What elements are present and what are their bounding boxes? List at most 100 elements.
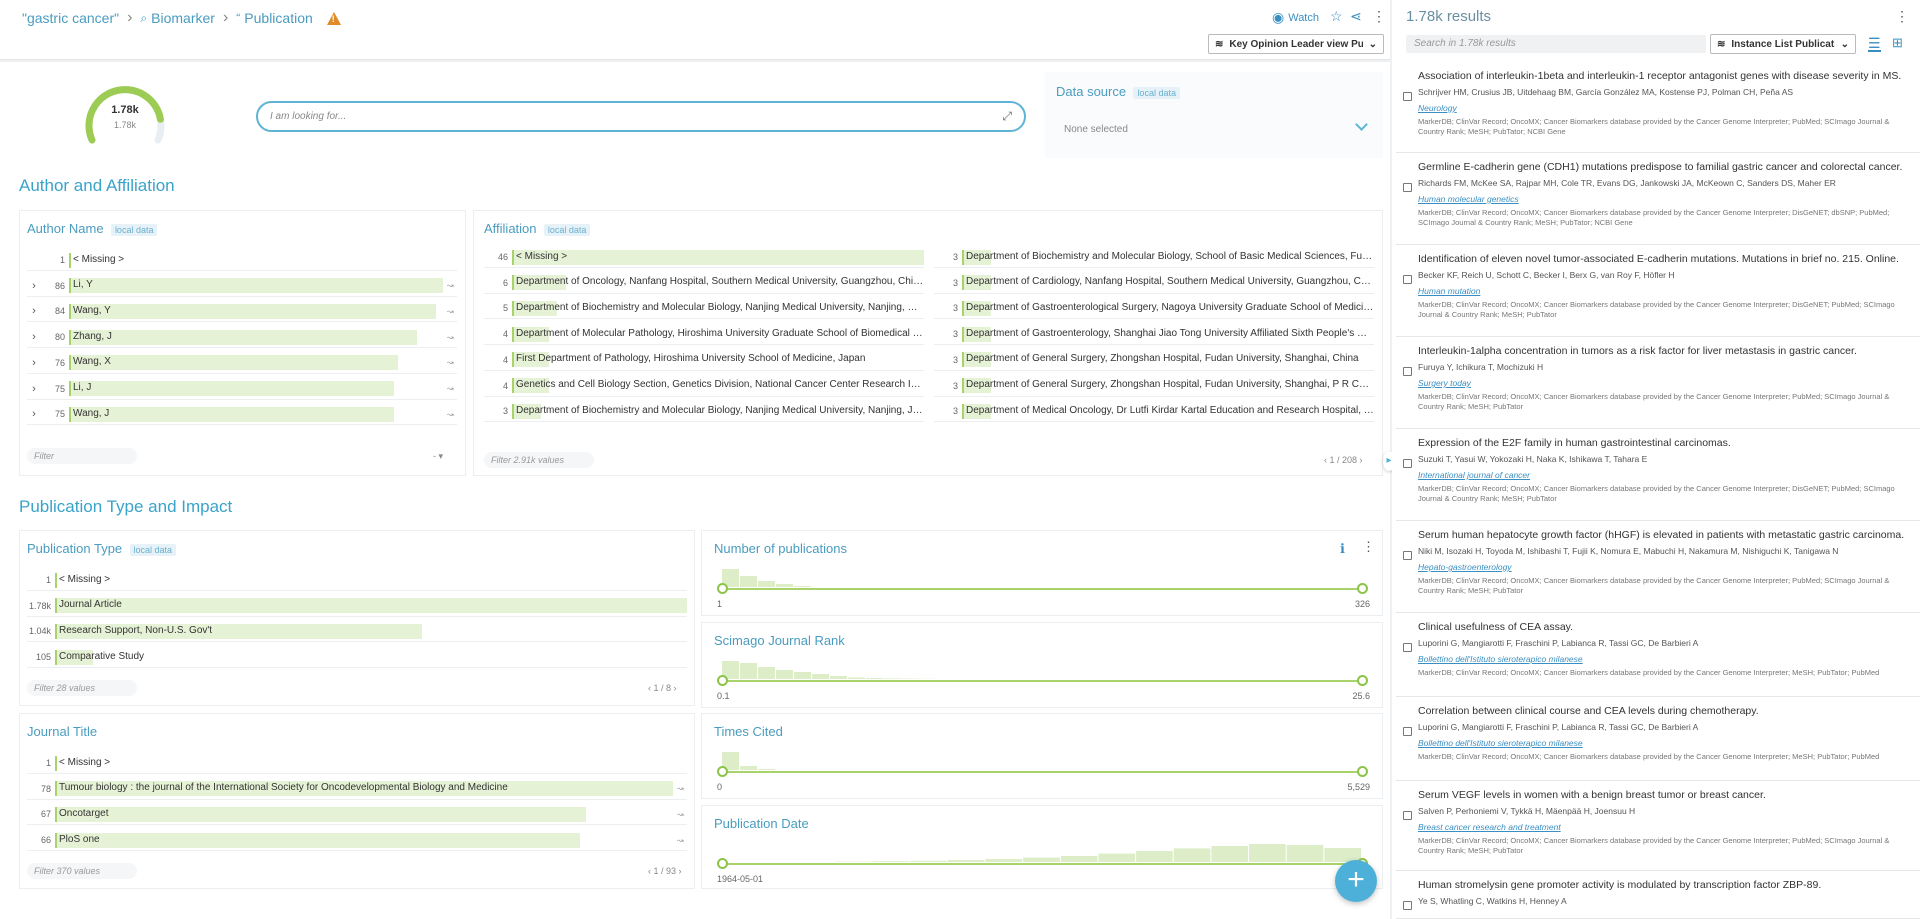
range-slider-max-handle[interactable] <box>1357 675 1368 686</box>
result-journal-link[interactable]: Surgery today <box>1418 378 1912 388</box>
result-checkbox[interactable] <box>1403 901 1412 910</box>
affiliation-pager[interactable]: ‹ 1 / 208 › <box>1324 455 1363 465</box>
result-checkbox[interactable] <box>1403 551 1412 560</box>
result-journal-link[interactable]: Human mutation <box>1418 286 1912 296</box>
more-vertical-icon[interactable]: ⋮ <box>1895 8 1909 25</box>
range-slider-track[interactable] <box>722 863 1362 865</box>
result-item[interactable]: Interleukin-1alpha concentration in tumo… <box>1396 337 1920 429</box>
result-checkbox[interactable] <box>1403 92 1412 101</box>
list-view-icon[interactable]: ☰ <box>1868 36 1881 52</box>
sort-icon[interactable]: - ▾ <box>433 451 443 462</box>
range-slider-track[interactable] <box>722 680 1362 682</box>
affiliation-row[interactable]: 5 Department of Biochemistry and Molecula… <box>484 298 924 320</box>
result-title[interactable]: Serum human hepatocyte growth factor (hH… <box>1418 529 1912 541</box>
affiliation-row[interactable]: 3 Department of Cardiology, Nanfang Hospi… <box>934 273 1374 294</box>
affiliation-row[interactable]: 3 Department of General Surgery, Zhongsha… <box>934 376 1374 397</box>
chevron-right-icon[interactable]: › <box>27 357 41 369</box>
more-vertical-icon[interactable]: ⋮ <box>1362 539 1375 555</box>
chevron-right-icon[interactable]: › <box>27 383 41 395</box>
result-title[interactable]: Association of interleukin-1beta and int… <box>1418 70 1912 82</box>
result-journal-link[interactable]: Bollettino dell'Istituto sieroterapico m… <box>1418 654 1912 664</box>
grid-view-icon[interactable]: ⊞ <box>1892 36 1903 50</box>
result-item[interactable]: Correlation between clinical course and … <box>1396 697 1920 781</box>
author-row[interactable]: › 76 Wang, X ↝ <box>27 353 457 374</box>
more-vertical-icon[interactable]: ⋮ <box>1372 8 1386 25</box>
publication-type-row[interactable]: 1 < Missing > <box>27 570 687 591</box>
publication-type-row[interactable]: 105 Comparative Study <box>27 647 687 669</box>
affiliation-row[interactable]: 3 Department of Medical Oncology, Dr Lutf… <box>934 401 1374 423</box>
range-slider-max-handle[interactable] <box>1357 766 1368 777</box>
publication-type-row[interactable]: 1.04k Research Support, Non-U.S. Gov't <box>27 621 687 643</box>
affiliation-row[interactable]: 4 Genetics and Cell Biology Section, Gene… <box>484 376 924 397</box>
affiliation-filter-input[interactable]: Filter 2.91k values <box>484 452 594 468</box>
info-icon[interactable]: ℹ <box>1340 541 1345 557</box>
journal-row[interactable]: 1 < Missing > <box>27 753 687 774</box>
chevron-down-icon[interactable] <box>1355 118 1368 131</box>
result-item[interactable]: Human stromelysin gene promoter activity… <box>1396 871 1920 919</box>
chevron-right-icon[interactable]: › <box>27 280 41 292</box>
author-row[interactable]: 1 < Missing > <box>27 250 457 271</box>
chevron-right-icon[interactable]: › <box>27 305 41 317</box>
affiliation-row[interactable]: 3 Department of Gastroenterological Surge… <box>934 298 1374 320</box>
result-journal-link[interactable]: Neurology <box>1418 103 1912 113</box>
range-slider-max-handle[interactable] <box>1357 583 1368 594</box>
result-title[interactable]: Germline E-cadherin gene (CDH1) mutation… <box>1418 161 1912 173</box>
result-journal-link[interactable]: International journal of cancer <box>1418 470 1912 480</box>
result-item[interactable]: Identification of eleven novel tumor-ass… <box>1396 245 1920 337</box>
share-icon[interactable]: ⋖ <box>1350 8 1362 25</box>
author-row[interactable]: › 75 Wang, J ↝ <box>27 404 457 426</box>
journal-filter-input[interactable]: Filter 370 values <box>27 863 137 879</box>
result-title[interactable]: Serum VEGF levels in women with a benign… <box>1418 789 1912 801</box>
range-slider-min-handle[interactable] <box>717 583 728 594</box>
result-checkbox[interactable] <box>1403 811 1412 820</box>
search-input[interactable]: I am looking for... ⤢ <box>256 101 1026 132</box>
publication-type-filter-input[interactable]: Filter 28 values <box>27 680 137 696</box>
result-journal-link[interactable]: Human molecular genetics <box>1418 194 1912 204</box>
journal-pager[interactable]: ‹ 1 / 93 › <box>648 866 682 876</box>
range-slider-track[interactable] <box>722 771 1362 773</box>
breadcrumb-biomarker[interactable]: ⌕ Biomarker <box>140 10 215 26</box>
result-item[interactable]: Germline E-cadherin gene (CDH1) mutation… <box>1396 153 1920 245</box>
result-journal-link[interactable]: Bollettino dell'Istituto sieroterapico m… <box>1418 738 1912 748</box>
result-checkbox[interactable] <box>1403 727 1412 736</box>
result-title[interactable]: Clinical usefulness of CEA assay. <box>1418 621 1912 633</box>
author-row[interactable]: › 86 Li, Y ↝ <box>27 276 457 297</box>
star-icon[interactable]: ☆ <box>1330 8 1343 25</box>
range-slider-min-handle[interactable] <box>717 675 728 686</box>
result-item[interactable]: Serum human hepatocyte growth factor (hH… <box>1396 521 1920 613</box>
result-item[interactable]: Expression of the E2F family in human ga… <box>1396 429 1920 521</box>
publication-type-row[interactable]: 1.78k Journal Article <box>27 596 687 617</box>
result-journal-link[interactable]: Hepato-gastroenterology <box>1418 562 1912 572</box>
watch-button[interactable]: ◉ Watch <box>1272 9 1319 26</box>
affiliation-row[interactable]: 3 Department of Biochemistry and Molecula… <box>934 247 1374 268</box>
result-journal-link[interactable]: Breast cancer research and treatment <box>1418 822 1912 832</box>
affiliation-row[interactable]: 3 Department of Biochemistry and Molecula… <box>484 401 924 423</box>
journal-row[interactable]: 66 PloS one ↝ <box>27 830 687 852</box>
result-title[interactable]: Identification of eleven novel tumor-ass… <box>1418 253 1912 265</box>
affiliation-row[interactable]: 3 Department of General Surgery, Zhongsha… <box>934 350 1374 371</box>
affiliation-row[interactable]: 4 Department of Molecular Pathology, Hiro… <box>484 324 924 346</box>
result-checkbox[interactable] <box>1403 459 1412 468</box>
journal-row[interactable]: 78 Tumour biology : the journal of the In… <box>27 779 687 800</box>
instance-list-select[interactable]: ≋ Instance List Publication ⌄ <box>1710 34 1856 54</box>
result-item[interactable]: Association of interleukin-1beta and int… <box>1396 62 1920 153</box>
affiliation-row[interactable]: 46 < Missing > <box>484 247 924 268</box>
result-checkbox[interactable] <box>1403 275 1412 284</box>
author-row[interactable]: › 80 Zhang, J ↝ <box>27 327 457 349</box>
chevron-right-icon[interactable]: › <box>27 408 41 420</box>
results-search-input[interactable]: Search in 1.78k results <box>1406 35 1706 53</box>
journal-row[interactable]: 67 Oncotarget ↝ <box>27 804 687 826</box>
result-item[interactable]: Clinical usefulness of CEA assay. Luporin… <box>1396 613 1920 697</box>
result-title[interactable]: Expression of the E2F family in human ga… <box>1418 437 1912 449</box>
breadcrumb-query[interactable]: "gastric cancer" <box>22 10 119 26</box>
range-slider-track[interactable] <box>722 588 1362 590</box>
add-button[interactable]: + <box>1335 860 1377 902</box>
result-title[interactable]: Human stromelysin gene promoter activity… <box>1418 879 1912 891</box>
range-slider-min-handle[interactable] <box>717 858 728 869</box>
expand-icon[interactable]: ⤢ <box>1002 109 1012 124</box>
affiliation-row[interactable]: 6 Department of Oncology, Nanfang Hospita… <box>484 273 924 294</box>
result-checkbox[interactable] <box>1403 367 1412 376</box>
chevron-right-icon[interactable]: › <box>27 331 41 343</box>
view-select[interactable]: ≋ Key Opinion Leader view Publ... ⌄ <box>1208 34 1384 54</box>
result-title[interactable]: Correlation between clinical course and … <box>1418 705 1912 717</box>
